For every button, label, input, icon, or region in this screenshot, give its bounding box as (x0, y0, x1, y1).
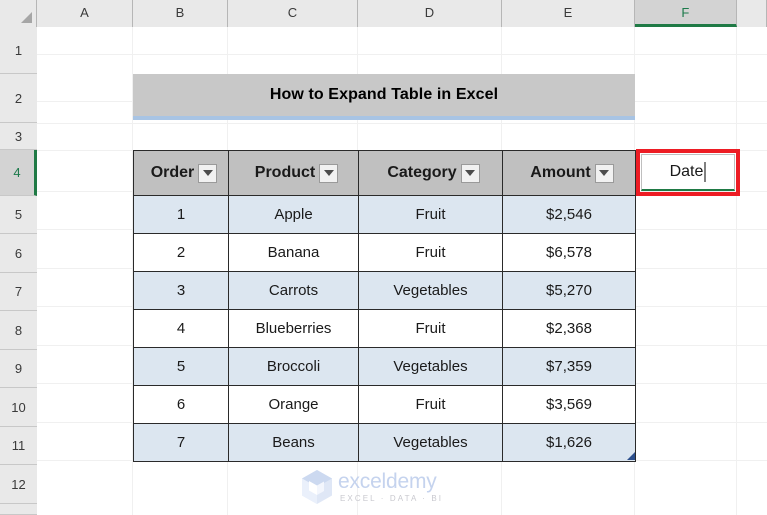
cell-amount[interactable]: $1,626 (502, 423, 636, 462)
table-row[interactable]: 5 Broccoli Vegetables $7,359 (133, 347, 636, 386)
column-header-b[interactable]: B (133, 0, 228, 27)
cell-category[interactable]: Vegetables (358, 271, 503, 310)
cell-product[interactable]: Carrots (228, 271, 359, 310)
cell-product[interactable]: Banana (228, 233, 359, 272)
column-header-order-label: Order (150, 164, 195, 181)
column-header-f[interactable]: F (635, 0, 737, 27)
column-header-d[interactable]: D (358, 0, 502, 27)
cell-category[interactable]: Fruit (358, 195, 503, 234)
row-header-13[interactable] (0, 504, 37, 515)
cell-amount[interactable]: $2,546 (502, 195, 636, 234)
cell-category[interactable]: Fruit (358, 385, 503, 424)
excel-worksheet: How to Expand Table in Excel Order Produ… (0, 0, 767, 515)
row-header-5[interactable]: 5 (0, 196, 37, 234)
page-title: How to Expand Table in Excel (269, 86, 499, 103)
column-header-g[interactable] (737, 0, 767, 27)
cell-product[interactable]: Beans (228, 423, 359, 462)
watermark: exceldemy EXCEL · DATA · BI (299, 466, 471, 508)
column-header-product-label: Product (254, 164, 316, 181)
table-row[interactable]: 4 Blueberries Fruit $2,368 (133, 309, 636, 348)
row-header-9[interactable]: 9 (0, 350, 37, 388)
cell-amount[interactable]: $3,569 (502, 385, 636, 424)
column-header-category-label: Category (387, 164, 457, 181)
cell-order[interactable]: 6 (133, 385, 229, 424)
active-cell-value: Date (669, 163, 704, 180)
table-row[interactable]: 6 Orange Fruit $3,569 (133, 385, 636, 424)
cell-order[interactable]: 1 (133, 195, 229, 234)
column-header-a[interactable]: A (37, 0, 133, 27)
cell-order[interactable]: 3 (133, 271, 229, 310)
column-header-category[interactable]: Category (358, 150, 503, 196)
cell-amount[interactable]: $7,359 (502, 347, 636, 386)
filter-dropdown-icon-order[interactable] (198, 163, 218, 183)
watermark-tagline: EXCEL · DATA · BI (340, 493, 444, 503)
column-header-bar: A B C D E F (0, 0, 767, 27)
title-banner[interactable]: How to Expand Table in Excel (133, 74, 635, 120)
active-cell-editor[interactable]: Date (641, 154, 735, 191)
column-header-product[interactable]: Product (228, 150, 359, 196)
cell-order[interactable]: 5 (133, 347, 229, 386)
table-header-row: Order Product Category Amount (133, 150, 636, 196)
cell-product[interactable]: Orange (228, 385, 359, 424)
filter-dropdown-icon-category[interactable] (460, 163, 480, 183)
cell-order[interactable]: 2 (133, 233, 229, 272)
column-header-amount[interactable]: Amount (502, 150, 636, 196)
row-header-12[interactable]: 12 (0, 465, 37, 504)
table-body: 1 Apple Fruit $2,546 2 Banana Fruit $6,5… (133, 195, 636, 462)
cell-order[interactable]: 7 (133, 423, 229, 462)
table-row[interactable]: 3 Carrots Vegetables $5,270 (133, 271, 636, 310)
text-cursor (704, 162, 707, 182)
cell-amount[interactable]: $2,368 (502, 309, 636, 348)
cell-order[interactable]: 4 (133, 309, 229, 348)
row-header-7[interactable]: 7 (0, 273, 37, 311)
cell-product[interactable]: Blueberries (228, 309, 359, 348)
cell-product[interactable]: Broccoli (228, 347, 359, 386)
cell-category[interactable]: Vegetables (358, 347, 503, 386)
cell-amount[interactable]: $5,270 (502, 271, 636, 310)
cell-category[interactable]: Fruit (358, 309, 503, 348)
row-header-8[interactable]: 8 (0, 311, 37, 350)
row-header-4[interactable]: 4 (0, 150, 37, 196)
column-header-c[interactable]: C (228, 0, 358, 27)
column-header-order[interactable]: Order (133, 150, 229, 196)
filter-dropdown-icon-product[interactable] (319, 163, 339, 183)
data-table[interactable]: Order Product Category Amount 1 Apple Fr… (133, 150, 636, 462)
cell-amount[interactable]: $6,578 (502, 233, 636, 272)
cell-product[interactable]: Apple (228, 195, 359, 234)
select-all-button[interactable] (0, 0, 37, 27)
row-header-1[interactable]: 1 (0, 27, 37, 74)
cell-category[interactable]: Vegetables (358, 423, 503, 462)
exceldemy-cube-logo-icon (302, 470, 332, 504)
row-header-6[interactable]: 6 (0, 234, 37, 273)
row-header-11[interactable]: 11 (0, 427, 37, 465)
table-resize-handle-icon[interactable] (627, 452, 635, 460)
row-header-bar: 1 2 3 4 5 6 7 8 9 10 11 12 (0, 27, 37, 515)
cell-category[interactable]: Fruit (358, 233, 503, 272)
row-header-3[interactable]: 3 (0, 123, 37, 150)
column-header-e[interactable]: E (502, 0, 635, 27)
column-header-amount-label: Amount (530, 164, 591, 181)
filter-dropdown-icon-amount[interactable] (594, 163, 614, 183)
table-row[interactable]: 1 Apple Fruit $2,546 (133, 195, 636, 234)
watermark-name: exceldemy (338, 469, 437, 493)
row-header-10[interactable]: 10 (0, 388, 37, 427)
table-row[interactable]: 7 Beans Vegetables $1,626 (133, 423, 636, 462)
row-header-2[interactable]: 2 (0, 74, 37, 123)
table-row[interactable]: 2 Banana Fruit $6,578 (133, 233, 636, 272)
select-all-triangle-icon (21, 12, 32, 23)
